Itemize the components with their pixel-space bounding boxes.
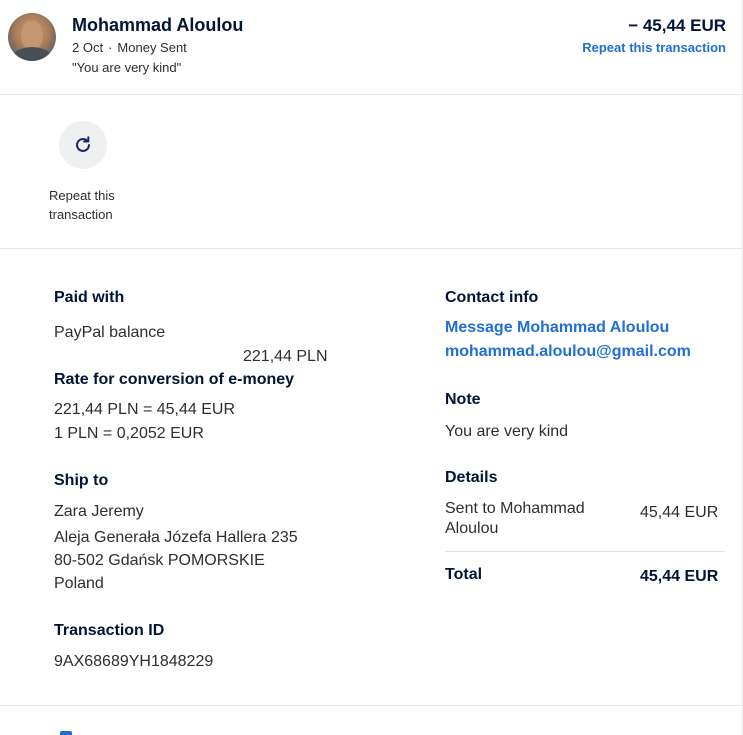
avatar-face (21, 21, 43, 49)
details-heading: Details (445, 469, 498, 486)
transaction-meta: 2 Oct · Money Sent (72, 40, 187, 55)
actions-section: Repeat this transaction (0, 95, 742, 249)
ship-to-heading: Ship to (54, 472, 109, 489)
total-label: Total (445, 566, 483, 583)
transaction-details-page: Mohammad Aloulou 2 Oct · Money Sent "You a… (0, 0, 743, 735)
refresh-icon (76, 136, 90, 152)
recipient-email-link[interactable]: mohammad.aloulou@gmail.com (445, 343, 691, 361)
transaction-id-heading: Transaction ID (54, 622, 165, 639)
total-amount: 45,44 EUR (640, 568, 719, 585)
transaction-header: Mohammad Aloulou 2 Oct · Money Sent "You a… (0, 0, 742, 95)
avatar-shirt (12, 47, 52, 61)
sent-to-line-2: Aloulou (445, 520, 499, 537)
sent-to-line-1: Sent to Mohammad (445, 500, 585, 517)
repeat-transaction-label[interactable]: Repeat this transaction (49, 186, 139, 224)
ship-to-name: Zara Jeremy (54, 503, 144, 520)
repeat-label-line2: transaction (49, 207, 113, 222)
ship-to-street: Aleja Generała Józefa Hallera 235 (54, 529, 298, 546)
paid-with-heading: Paid with (54, 289, 125, 306)
sent-to-amount: 45,44 EUR (640, 504, 719, 521)
sent-to-label: Sent to Mohammad Aloulou (445, 499, 585, 539)
repeat-label-line1: Repeat this (49, 188, 115, 203)
note-heading: Note (445, 391, 481, 408)
conversion-line-1: 221,44 PLN = 45,44 EUR (54, 401, 236, 418)
transaction-id: 9AX68689YH1848229 (54, 653, 214, 670)
transaction-amount: − 45,44 EUR (628, 16, 726, 35)
partial-icon (60, 731, 72, 735)
recipient-name: Mohammad Aloulou (72, 15, 244, 35)
transaction-note-quote: "You are very kind" (72, 60, 182, 75)
repeat-transaction-button[interactable] (59, 121, 107, 169)
details-divider (445, 551, 725, 552)
payment-amount: 221,44 PLN (243, 348, 328, 365)
ship-to-city: 80-502 Gdańsk POMORSKIE (54, 552, 265, 569)
message-recipient-link[interactable]: Message Mohammad Aloulou (445, 319, 669, 337)
meta-separator: · (108, 40, 113, 55)
transaction-type: Money Sent (117, 40, 187, 55)
details-section: Paid with PayPal balance 221,44 PLN Rate… (0, 249, 742, 706)
avatar (8, 13, 56, 61)
repeat-transaction-link[interactable]: Repeat this transaction (582, 40, 726, 55)
transaction-date: 2 Oct (72, 40, 104, 55)
ship-to-country: Poland (54, 575, 104, 592)
contact-info-heading: Contact info (445, 289, 539, 306)
payment-method: PayPal balance (54, 324, 166, 341)
conversion-heading: Rate for conversion of e-money (54, 371, 295, 388)
conversion-line-2: 1 PLN = 0,2052 EUR (54, 425, 204, 442)
note-text: You are very kind (445, 423, 569, 440)
